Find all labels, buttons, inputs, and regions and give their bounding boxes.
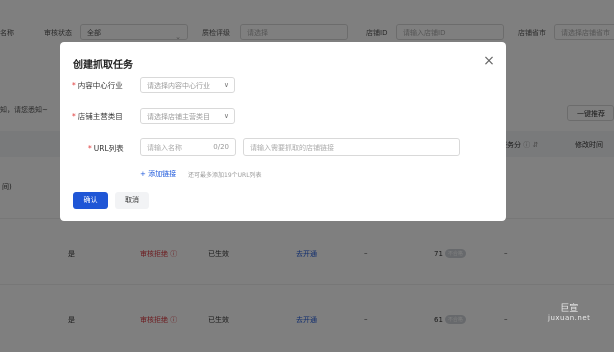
dialog-title: 创建抓取任务 <box>73 60 133 71</box>
task-name-input[interactable]: 请输入名称 0/20 <box>140 138 236 156</box>
watermark-en: juxuan.net <box>548 314 591 322</box>
chevron-down-icon: ∨ <box>223 81 229 89</box>
char-counter: 0/20 <box>213 143 229 151</box>
close-icon[interactable]: × <box>482 54 496 68</box>
shop-url-placeholder: 请输入需要抓取的店铺链接 <box>250 144 334 152</box>
shop-url-input[interactable]: 请输入需要抓取的店铺链接 <box>243 138 460 156</box>
category-placeholder: 请选择店铺主营类目 <box>147 113 210 121</box>
confirm-button[interactable]: 确认 <box>73 192 108 209</box>
task-name-placeholder: 请输入名称 <box>147 144 182 152</box>
required-mark: * <box>72 112 76 121</box>
industry-select[interactable]: 请选择内容中心行业 ∨ <box>140 77 235 93</box>
industry-placeholder: 请选择内容中心行业 <box>147 82 210 90</box>
chevron-down-icon: ∨ <box>223 112 229 120</box>
create-crawl-task-dialog: 创建抓取任务 × * 内容中心行业 请选择内容中心行业 ∨ * 店铺主营类目 请选择… <box>60 42 506 221</box>
watermark: 巨宣 juxuan.net <box>548 301 590 322</box>
url-list-label: * URL列表 <box>88 144 124 153</box>
industry-label: * 内容中心行业 <box>72 81 123 90</box>
category-label: * 店铺主营类目 <box>72 112 123 121</box>
required-mark: * <box>88 144 92 153</box>
cancel-button[interactable]: 取消 <box>115 192 149 209</box>
watermark-cn: 巨宣 <box>560 304 579 314</box>
category-select[interactable]: 请选择店铺主营类目 ∨ <box>140 108 235 124</box>
add-link-hint: 还可最多添加19个URL列表 <box>188 172 262 179</box>
add-link-button[interactable]: + 添加链接 <box>140 169 176 179</box>
required-mark: * <box>72 81 76 90</box>
